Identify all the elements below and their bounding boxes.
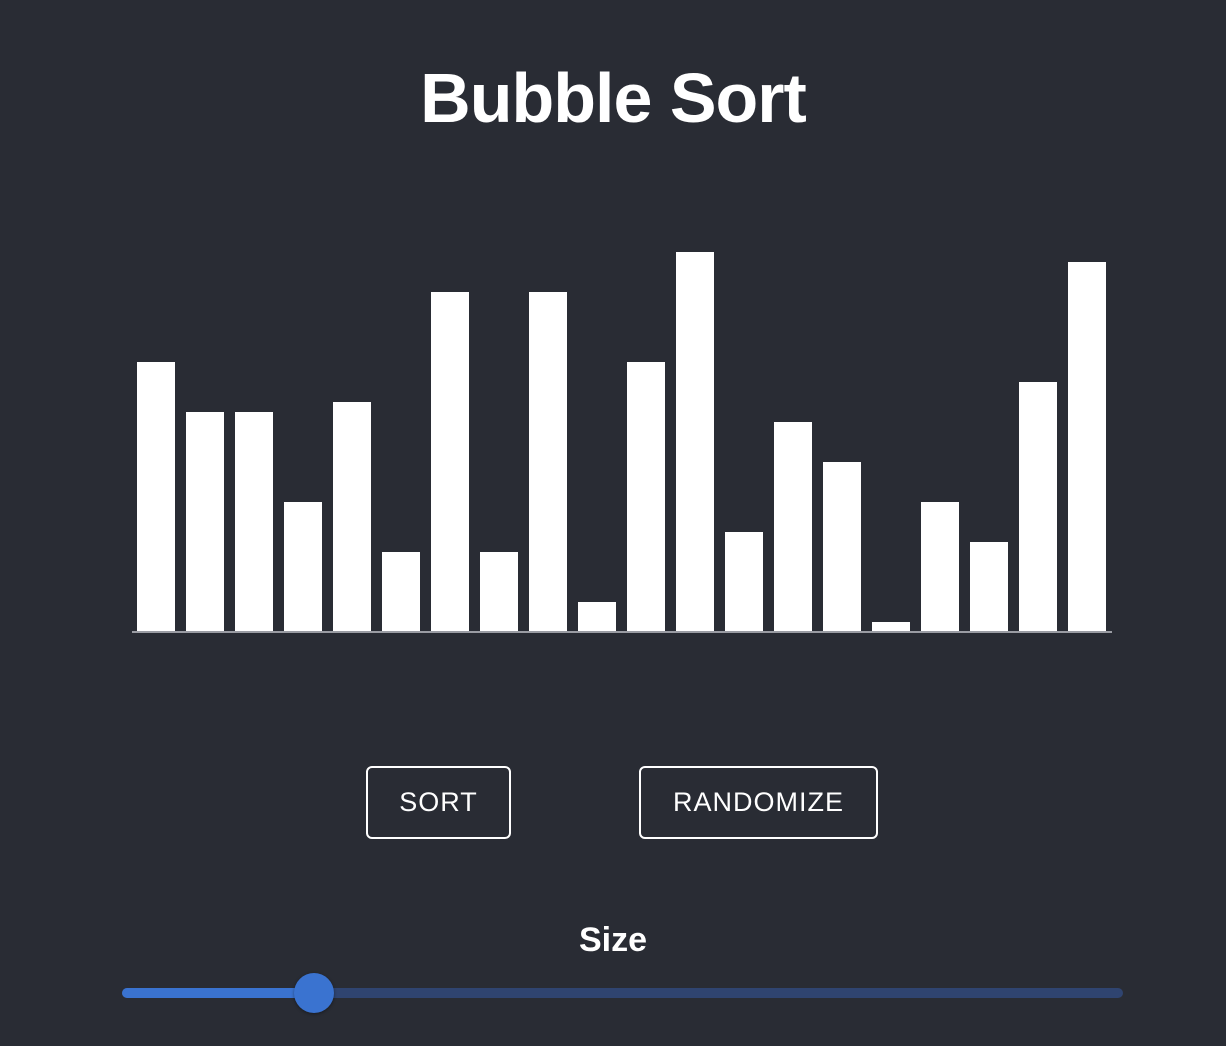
bar-13 <box>725 532 763 632</box>
bar-3 <box>235 412 273 632</box>
chart-baseline <box>132 631 1112 633</box>
bar-5 <box>333 402 371 632</box>
page-title: Bubble Sort <box>420 59 807 137</box>
bar-19 <box>1019 382 1057 632</box>
bar-10 <box>578 602 616 632</box>
bar-7 <box>431 292 469 632</box>
bar-14 <box>774 422 812 632</box>
bar-11 <box>627 362 665 632</box>
sort-button[interactable]: SORT <box>366 766 511 839</box>
bar-9 <box>529 292 567 632</box>
bubble-sort-page: Bubble Sort SORT RANDOMIZE Size <box>0 0 1226 1046</box>
bar-20 <box>1068 262 1106 632</box>
bar-4 <box>284 502 322 632</box>
size-slider[interactable] <box>122 973 1123 1013</box>
randomize-button[interactable]: RANDOMIZE <box>639 766 878 839</box>
bar-8 <box>480 552 518 632</box>
bar-6 <box>382 552 420 632</box>
bar-12 <box>676 252 714 632</box>
bar-17 <box>921 502 959 632</box>
size-label: Size <box>578 921 648 959</box>
bar-chart <box>132 200 1112 632</box>
bar-15 <box>823 462 861 632</box>
size-slider-fill <box>122 988 314 998</box>
bar-18 <box>970 542 1008 632</box>
bar-1 <box>137 362 175 632</box>
size-slider-thumb[interactable] <box>294 973 334 1013</box>
bar-2 <box>186 412 224 632</box>
